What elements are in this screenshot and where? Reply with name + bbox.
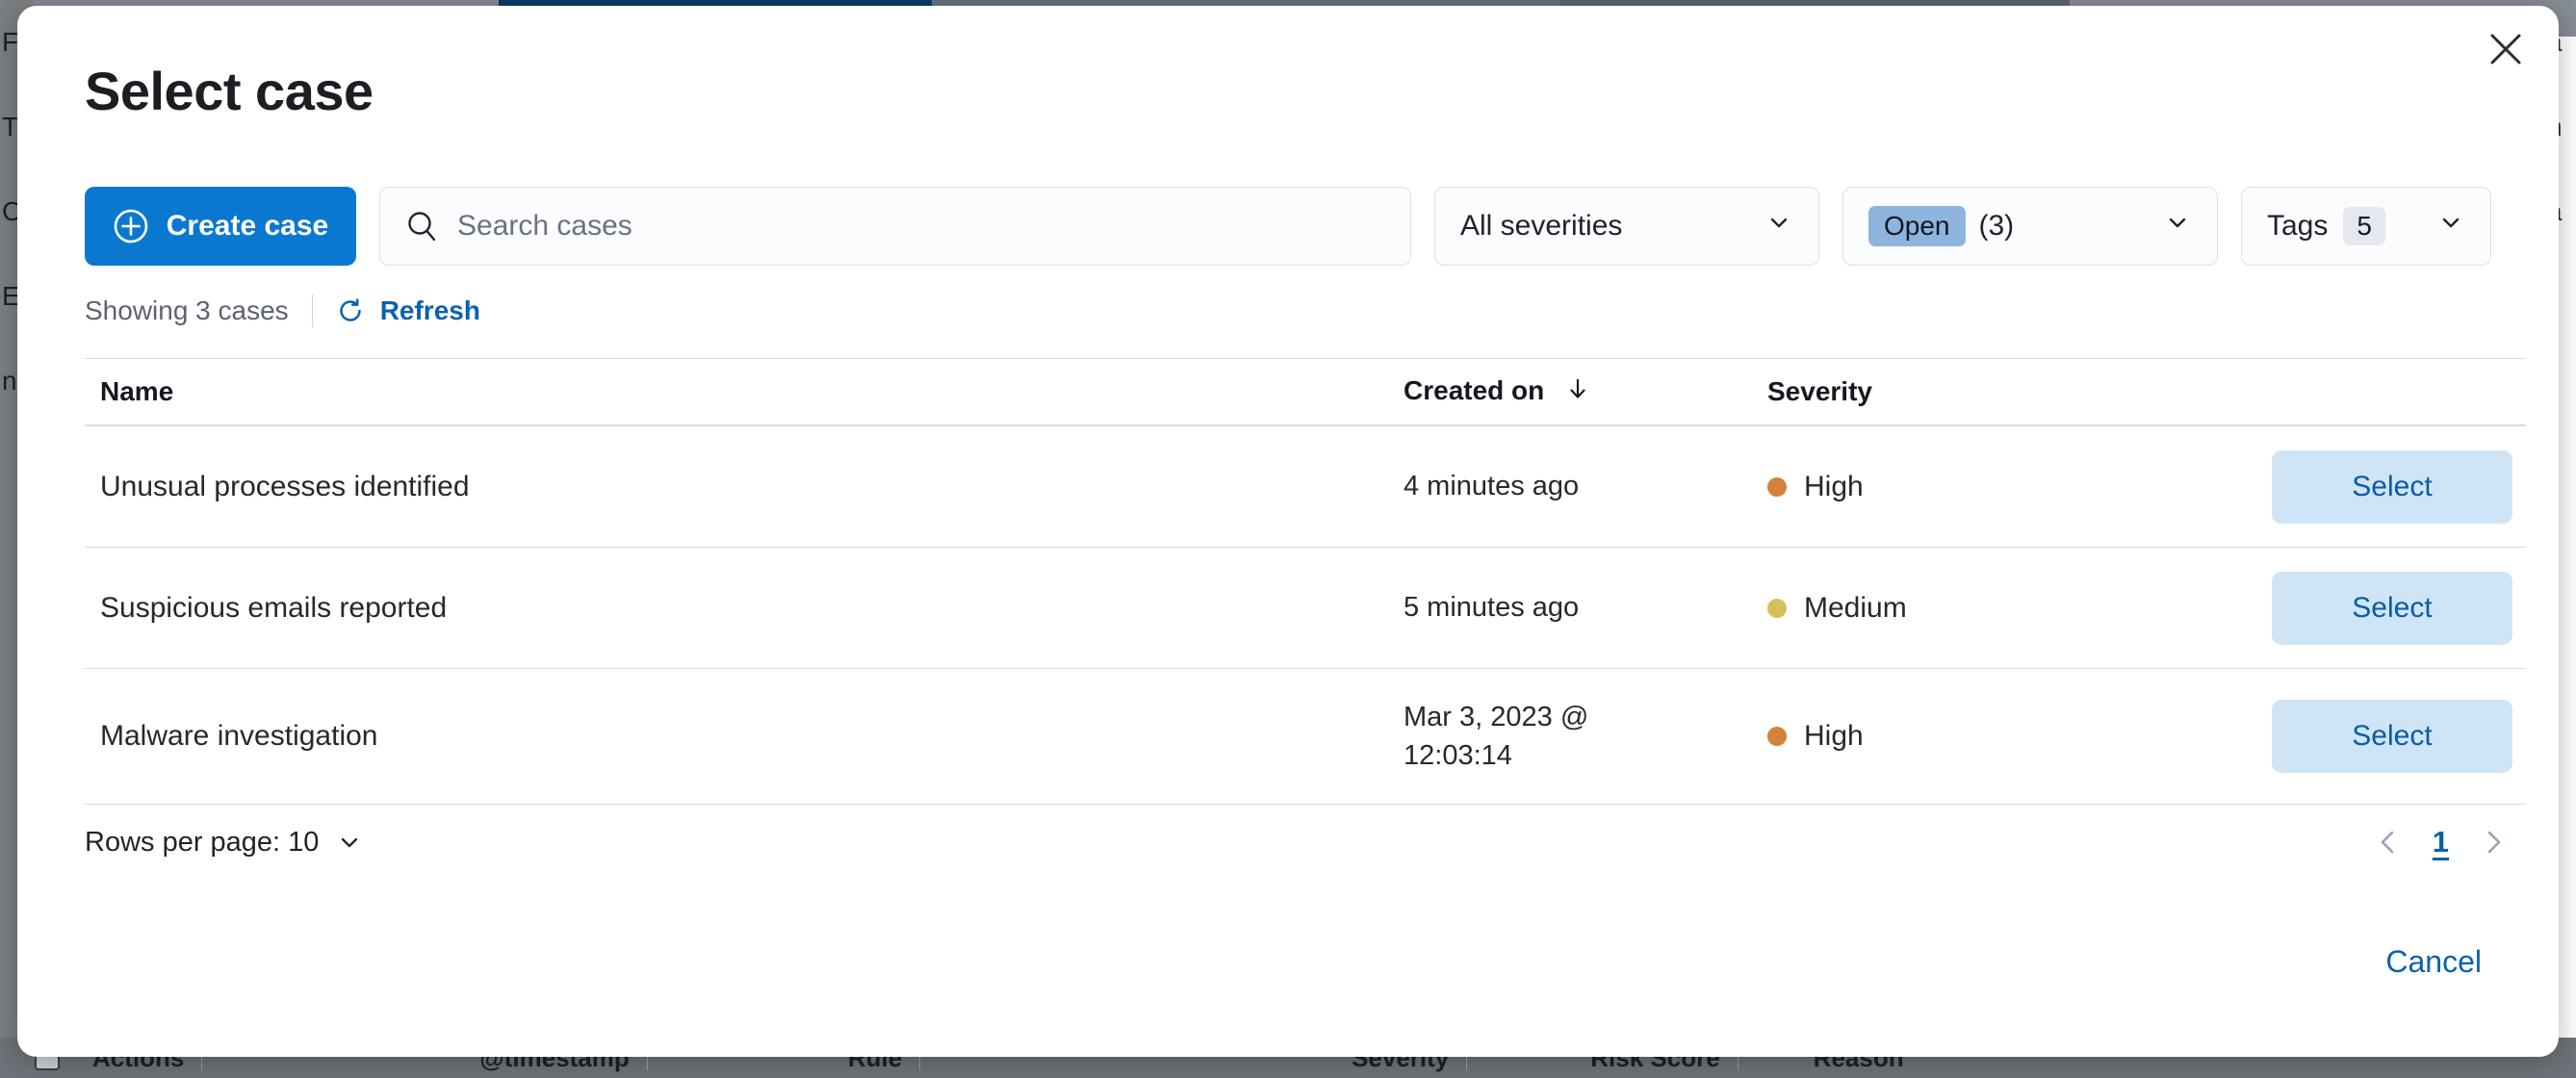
severity-label: Medium xyxy=(1804,591,1907,624)
severity-filter-label: All severities xyxy=(1460,210,1623,242)
severity-dot xyxy=(1767,476,1787,497)
chevron-down-icon xyxy=(2163,208,2192,244)
create-case-button[interactable]: Create case xyxy=(85,187,356,266)
showing-count-text: Showing 3 cases xyxy=(85,295,289,325)
select-button[interactable]: Select xyxy=(2272,571,2512,645)
column-header-name[interactable]: Name xyxy=(85,376,1404,407)
case-name: Malware investigation xyxy=(100,720,378,752)
table-row[interactable]: Unusual processes identified 4 minutes a… xyxy=(85,425,2526,547)
refresh-icon xyxy=(336,296,365,325)
tags-filter-dropdown[interactable]: Tags 5 xyxy=(2241,187,2491,266)
severity-label: High xyxy=(1804,470,1864,502)
row-action-cell: Select xyxy=(2249,700,2526,773)
case-created-on: 5 minutes ago xyxy=(1404,592,1580,624)
case-created-on: 4 minutes ago xyxy=(1404,471,1580,502)
severity-label: High xyxy=(1804,720,1864,752)
case-name: Suspicious emails reported xyxy=(100,591,448,624)
cases-table: Name Created on Severity Unusual process… xyxy=(85,358,2526,805)
chevron-right-icon[interactable] xyxy=(2474,819,2512,865)
select-button[interactable]: Select xyxy=(2272,449,2512,524)
case-severity: High xyxy=(1767,471,2249,503)
case-created-on: Mar 3, 2023 @ 12:03:14 xyxy=(1404,698,1767,775)
divider xyxy=(311,295,313,327)
severity-dot xyxy=(1767,727,1787,746)
cancel-button[interactable]: Cancel xyxy=(2385,944,2482,980)
pagination: 1 xyxy=(2369,819,2526,865)
table-header-row: Name Created on Severity xyxy=(85,358,2526,425)
severity-dot xyxy=(1767,598,1787,618)
status-filter-dropdown[interactable]: Open (3) xyxy=(1842,187,2218,266)
plus-circle-icon xyxy=(113,208,149,244)
rows-per-page-dropdown[interactable]: Rows per page: 10 xyxy=(85,827,363,859)
chevron-down-icon xyxy=(2436,208,2465,244)
table-row[interactable]: Malware investigation Mar 3, 2023 @ 12:0… xyxy=(85,668,2526,805)
column-header-severity[interactable]: Severity xyxy=(1767,376,2249,407)
chevron-down-icon xyxy=(336,829,363,856)
severity-filter-dropdown[interactable]: All severities xyxy=(1434,187,1819,266)
refresh-label: Refresh xyxy=(379,295,480,325)
rows-per-page-label: Rows per page: 10 xyxy=(85,826,320,858)
status-filter-value: Open (3) xyxy=(1868,205,2015,247)
search-cases-field[interactable] xyxy=(379,187,1411,266)
chevron-down-icon xyxy=(1765,208,1793,244)
create-case-label: Create case xyxy=(166,210,329,242)
select-case-modal: Select case Create case All severities xyxy=(17,6,2559,1057)
arrow-down-icon xyxy=(1565,377,1590,407)
status-badge: Open xyxy=(1868,205,1966,247)
page-number-1[interactable]: 1 xyxy=(2433,825,2449,860)
cases-toolbar: Create case All severities Open (3 xyxy=(85,187,2491,266)
row-action-cell: Select xyxy=(2249,571,2526,645)
refresh-button[interactable]: Refresh xyxy=(336,295,480,326)
tags-filter-value: Tags 5 xyxy=(2267,206,2385,246)
table-body: Unusual processes identified 4 minutes a… xyxy=(85,425,2526,805)
status-count: (3) xyxy=(1978,210,2015,242)
column-header-created-on-label: Created on xyxy=(1404,375,1545,405)
row-action-cell: Select xyxy=(2249,449,2526,524)
case-name: Unusual processes identified xyxy=(100,470,470,502)
tags-filter-label: Tags xyxy=(2267,210,2329,242)
tags-count-badge: 5 xyxy=(2343,206,2385,246)
case-severity: Medium xyxy=(1767,592,2249,625)
select-button[interactable]: Select xyxy=(2272,700,2512,773)
column-header-created-on[interactable]: Created on xyxy=(1404,375,1767,408)
close-icon[interactable] xyxy=(2478,21,2534,77)
case-severity: High xyxy=(1767,720,2249,753)
case-created-on-value: Mar 3, 2023 @ 12:03:14 xyxy=(1404,701,1589,771)
chevron-left-icon[interactable] xyxy=(2369,819,2408,865)
page-title: Select case xyxy=(85,61,374,121)
results-summary-row: Showing 3 cases Refresh xyxy=(85,295,480,327)
search-icon xyxy=(405,210,438,243)
search-input[interactable] xyxy=(457,210,1385,243)
table-footer: Rows per page: 10 1 xyxy=(85,819,2526,865)
table-row[interactable]: Suspicious emails reported 5 minutes ago… xyxy=(85,547,2526,668)
